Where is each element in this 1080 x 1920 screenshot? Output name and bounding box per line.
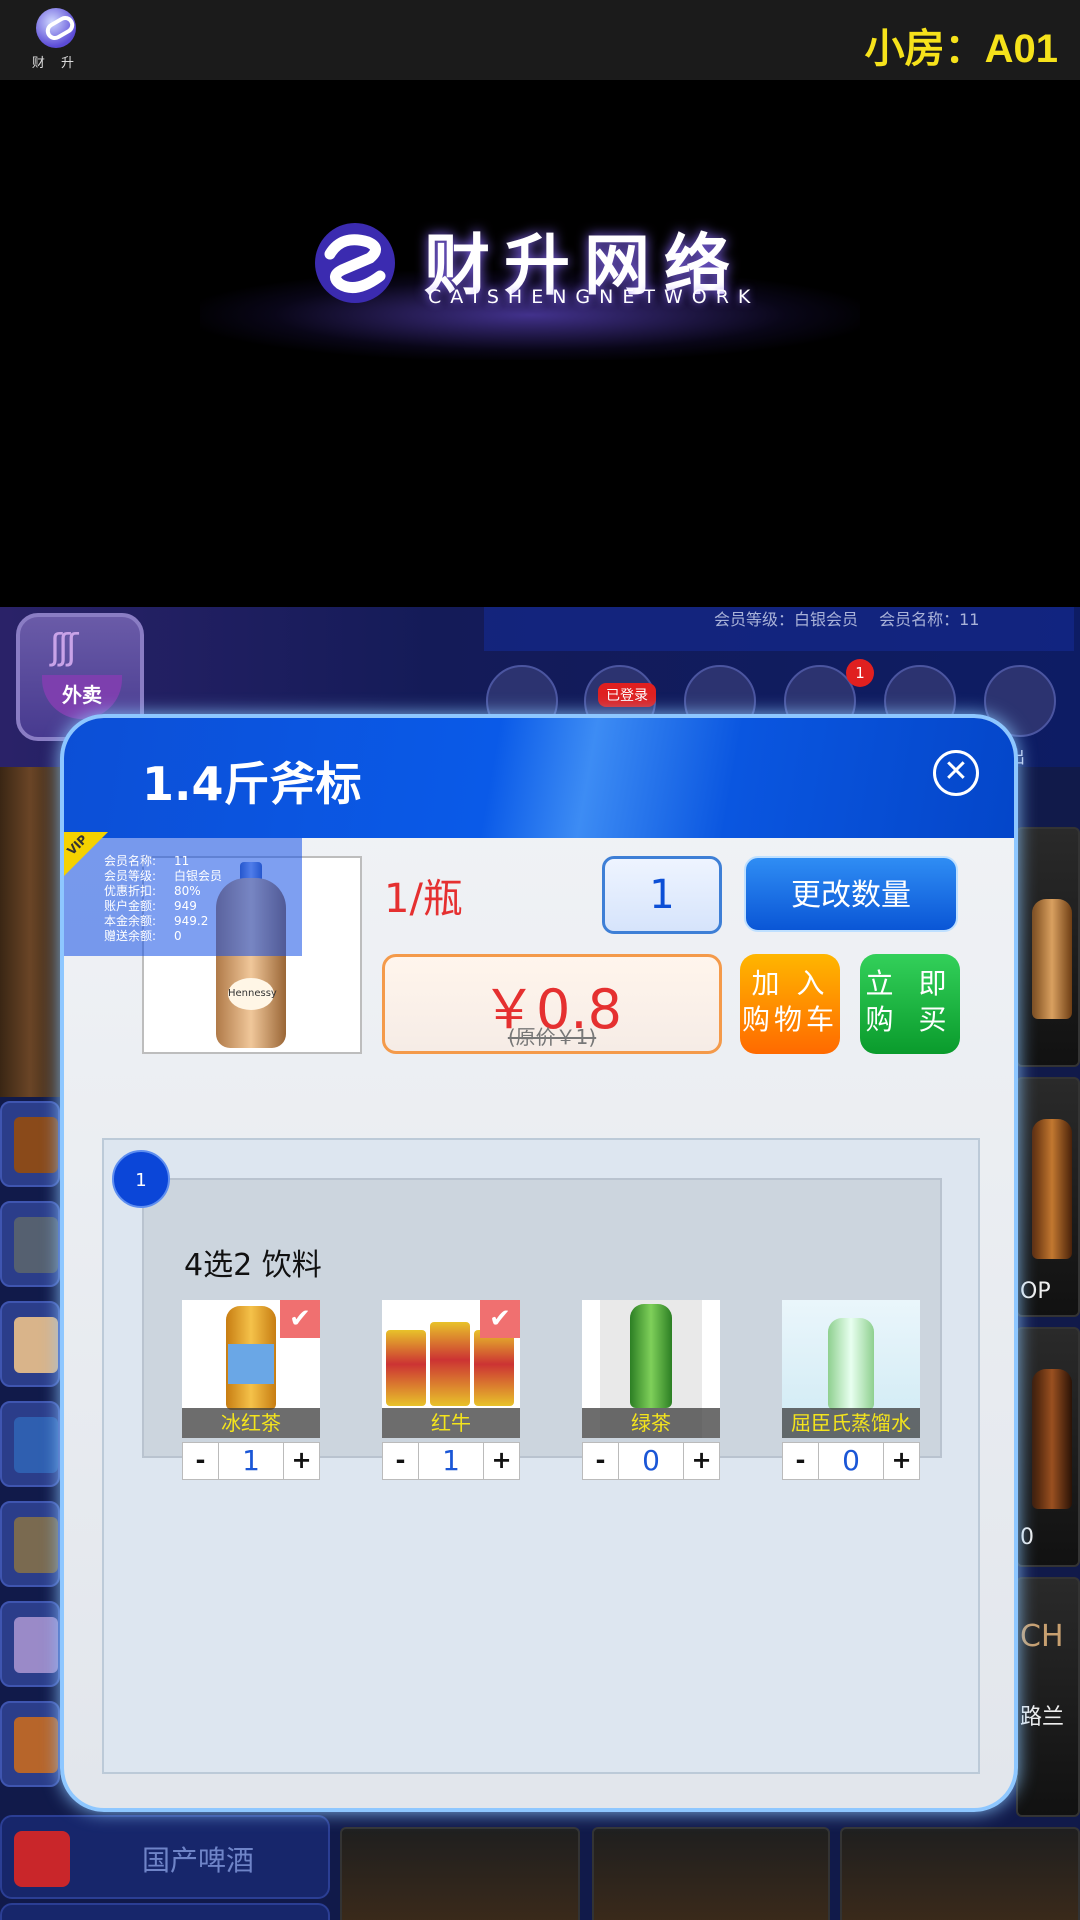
option-name: 屈臣氏蒸馏水: [782, 1408, 920, 1438]
quantity-input[interactable]: 1: [602, 856, 722, 934]
option-quantity: 1: [242, 1444, 260, 1477]
room-label: 小房：A01: [864, 27, 1058, 71]
category-thumb[interactable]: [0, 1701, 60, 1787]
options-panel: 4选2 饮料 ✔ 冰红茶 - 1 + ✔ 红牛 - 1 + 绿茶 - 0 + 屈…: [102, 1138, 980, 1774]
left-wood-panel: [0, 767, 60, 1097]
buy-now-label-1: 立 即: [865, 967, 955, 1000]
top-bar: 财 升 小房：A01: [0, 0, 1080, 80]
caisheng-logo: 财 升: [30, 8, 82, 72]
option-group: 4选2 饮料 ✔ 冰红茶 - 1 + ✔ 红牛 - 1 + 绿茶 - 0 + 屈…: [142, 1178, 942, 1480]
option-name: 绿茶: [582, 1408, 720, 1438]
category-tab-next[interactable]: [0, 1903, 330, 1920]
decrement-button[interactable]: -: [783, 1443, 819, 1479]
steam-icon: ʃʃʃ: [50, 627, 78, 668]
option-group-number: 1: [112, 1150, 170, 1208]
category-domestic-beer[interactable]: 国产啤酒: [0, 1815, 330, 1899]
quantity-stepper: - 0 +: [782, 1442, 920, 1480]
increment-button[interactable]: +: [883, 1443, 919, 1479]
product-card-right[interactable]: 0: [1016, 1327, 1080, 1567]
product-detail-modal: 1.4斤斧标 ✕ Hennessy 会员名称: 11 会员等级: 白银会员 优惠折扣…: [60, 714, 1018, 1812]
product-card-bottom[interactable]: [340, 1827, 580, 1920]
option-item[interactable]: 屈臣氏蒸馏水 - 0 +: [782, 1300, 920, 1480]
close-icon[interactable]: ✕: [933, 750, 979, 796]
decrement-button[interactable]: -: [383, 1443, 419, 1479]
member-strip: 会员等级：白银会员 会员名称：11: [484, 607, 1074, 651]
decrement-button[interactable]: -: [583, 1443, 619, 1479]
product-brand-label: Hennessy: [228, 978, 277, 1010]
increment-button[interactable]: +: [283, 1443, 319, 1479]
member-info-row: 赠送余额: 0: [104, 929, 182, 943]
banner-logo-icon: [315, 223, 395, 303]
category-thumb[interactable]: [0, 1401, 60, 1487]
increment-button[interactable]: +: [483, 1443, 519, 1479]
option-item[interactable]: ✔ 红牛 - 1 +: [382, 1300, 520, 1480]
banner-subtitle: CAISHENGNETWORK: [428, 286, 760, 308]
option-item[interactable]: 绿茶 - 0 +: [582, 1300, 720, 1480]
quantity-stepper: - 1 +: [182, 1442, 320, 1480]
change-quantity-button[interactable]: 更改数量: [744, 856, 958, 932]
decrement-button[interactable]: -: [183, 1443, 219, 1479]
logo-text: 财 升: [31, 56, 81, 71]
product-label-fragment: 路兰: [1020, 1705, 1065, 1730]
product-card-right[interactable]: CH 路兰: [1016, 1577, 1080, 1817]
modal-header: 1.4斤斧标 ✕: [64, 718, 1014, 838]
quantity-stepper: - 0 +: [582, 1442, 720, 1480]
category-thumb[interactable]: [0, 1601, 60, 1687]
product-card-right[interactable]: [1016, 827, 1080, 1067]
option-quantity: 0: [642, 1444, 660, 1477]
checkmark-icon: ✔: [480, 1300, 520, 1338]
add-cart-label-2: 购物车: [741, 1003, 838, 1036]
cart-count-badge: 1: [846, 659, 874, 687]
option-group-title: 4选2 饮料: [184, 1248, 322, 1283]
logo-mark-icon: [36, 8, 76, 48]
product-label-fragment: CH: [1020, 1619, 1064, 1654]
banner: 财升网络 CAISHENGNETWORK: [0, 80, 1080, 607]
category-thumb[interactable]: [0, 1201, 60, 1287]
unit-label: 1/瓶: [384, 876, 463, 922]
add-cart-label-1: 加 入: [751, 967, 829, 1000]
category-thumb[interactable]: [0, 1301, 60, 1387]
checkmark-icon: ✔: [280, 1300, 320, 1338]
quantity-stepper: - 1 +: [382, 1442, 520, 1480]
product-card-bottom[interactable]: [592, 1827, 830, 1920]
option-quantity: 1: [442, 1444, 460, 1477]
category-label: 国产啤酒: [142, 1844, 255, 1877]
buy-now-button[interactable]: 立 即 购 买: [860, 954, 960, 1054]
takeout-label: 外卖: [42, 675, 122, 719]
modal-title: 1.4斤斧标: [142, 757, 362, 811]
price-box: ￥0.8 (原价￥1): [382, 954, 722, 1054]
add-to-cart-button[interactable]: 加 入 购物车: [740, 954, 840, 1054]
product-label-fragment: OP: [1020, 1279, 1051, 1304]
login-badge: 已登录: [598, 683, 656, 707]
option-quantity: 0: [842, 1444, 860, 1477]
product-label-fragment: 0: [1020, 1525, 1034, 1550]
category-thumb[interactable]: [0, 1101, 60, 1187]
buy-now-label-2: 购 买: [865, 1003, 955, 1036]
category-thumb[interactable]: [0, 1501, 60, 1587]
option-name: 红牛: [382, 1408, 520, 1438]
product-card-right[interactable]: OP: [1016, 1077, 1080, 1317]
option-name: 冰红茶: [182, 1408, 320, 1438]
beer-icon: [14, 1831, 70, 1887]
increment-button[interactable]: +: [683, 1443, 719, 1479]
option-item[interactable]: ✔ 冰红茶 - 1 +: [182, 1300, 320, 1480]
product-card-bottom[interactable]: [840, 1827, 1080, 1920]
price-original: (原价￥1): [507, 1025, 597, 1049]
